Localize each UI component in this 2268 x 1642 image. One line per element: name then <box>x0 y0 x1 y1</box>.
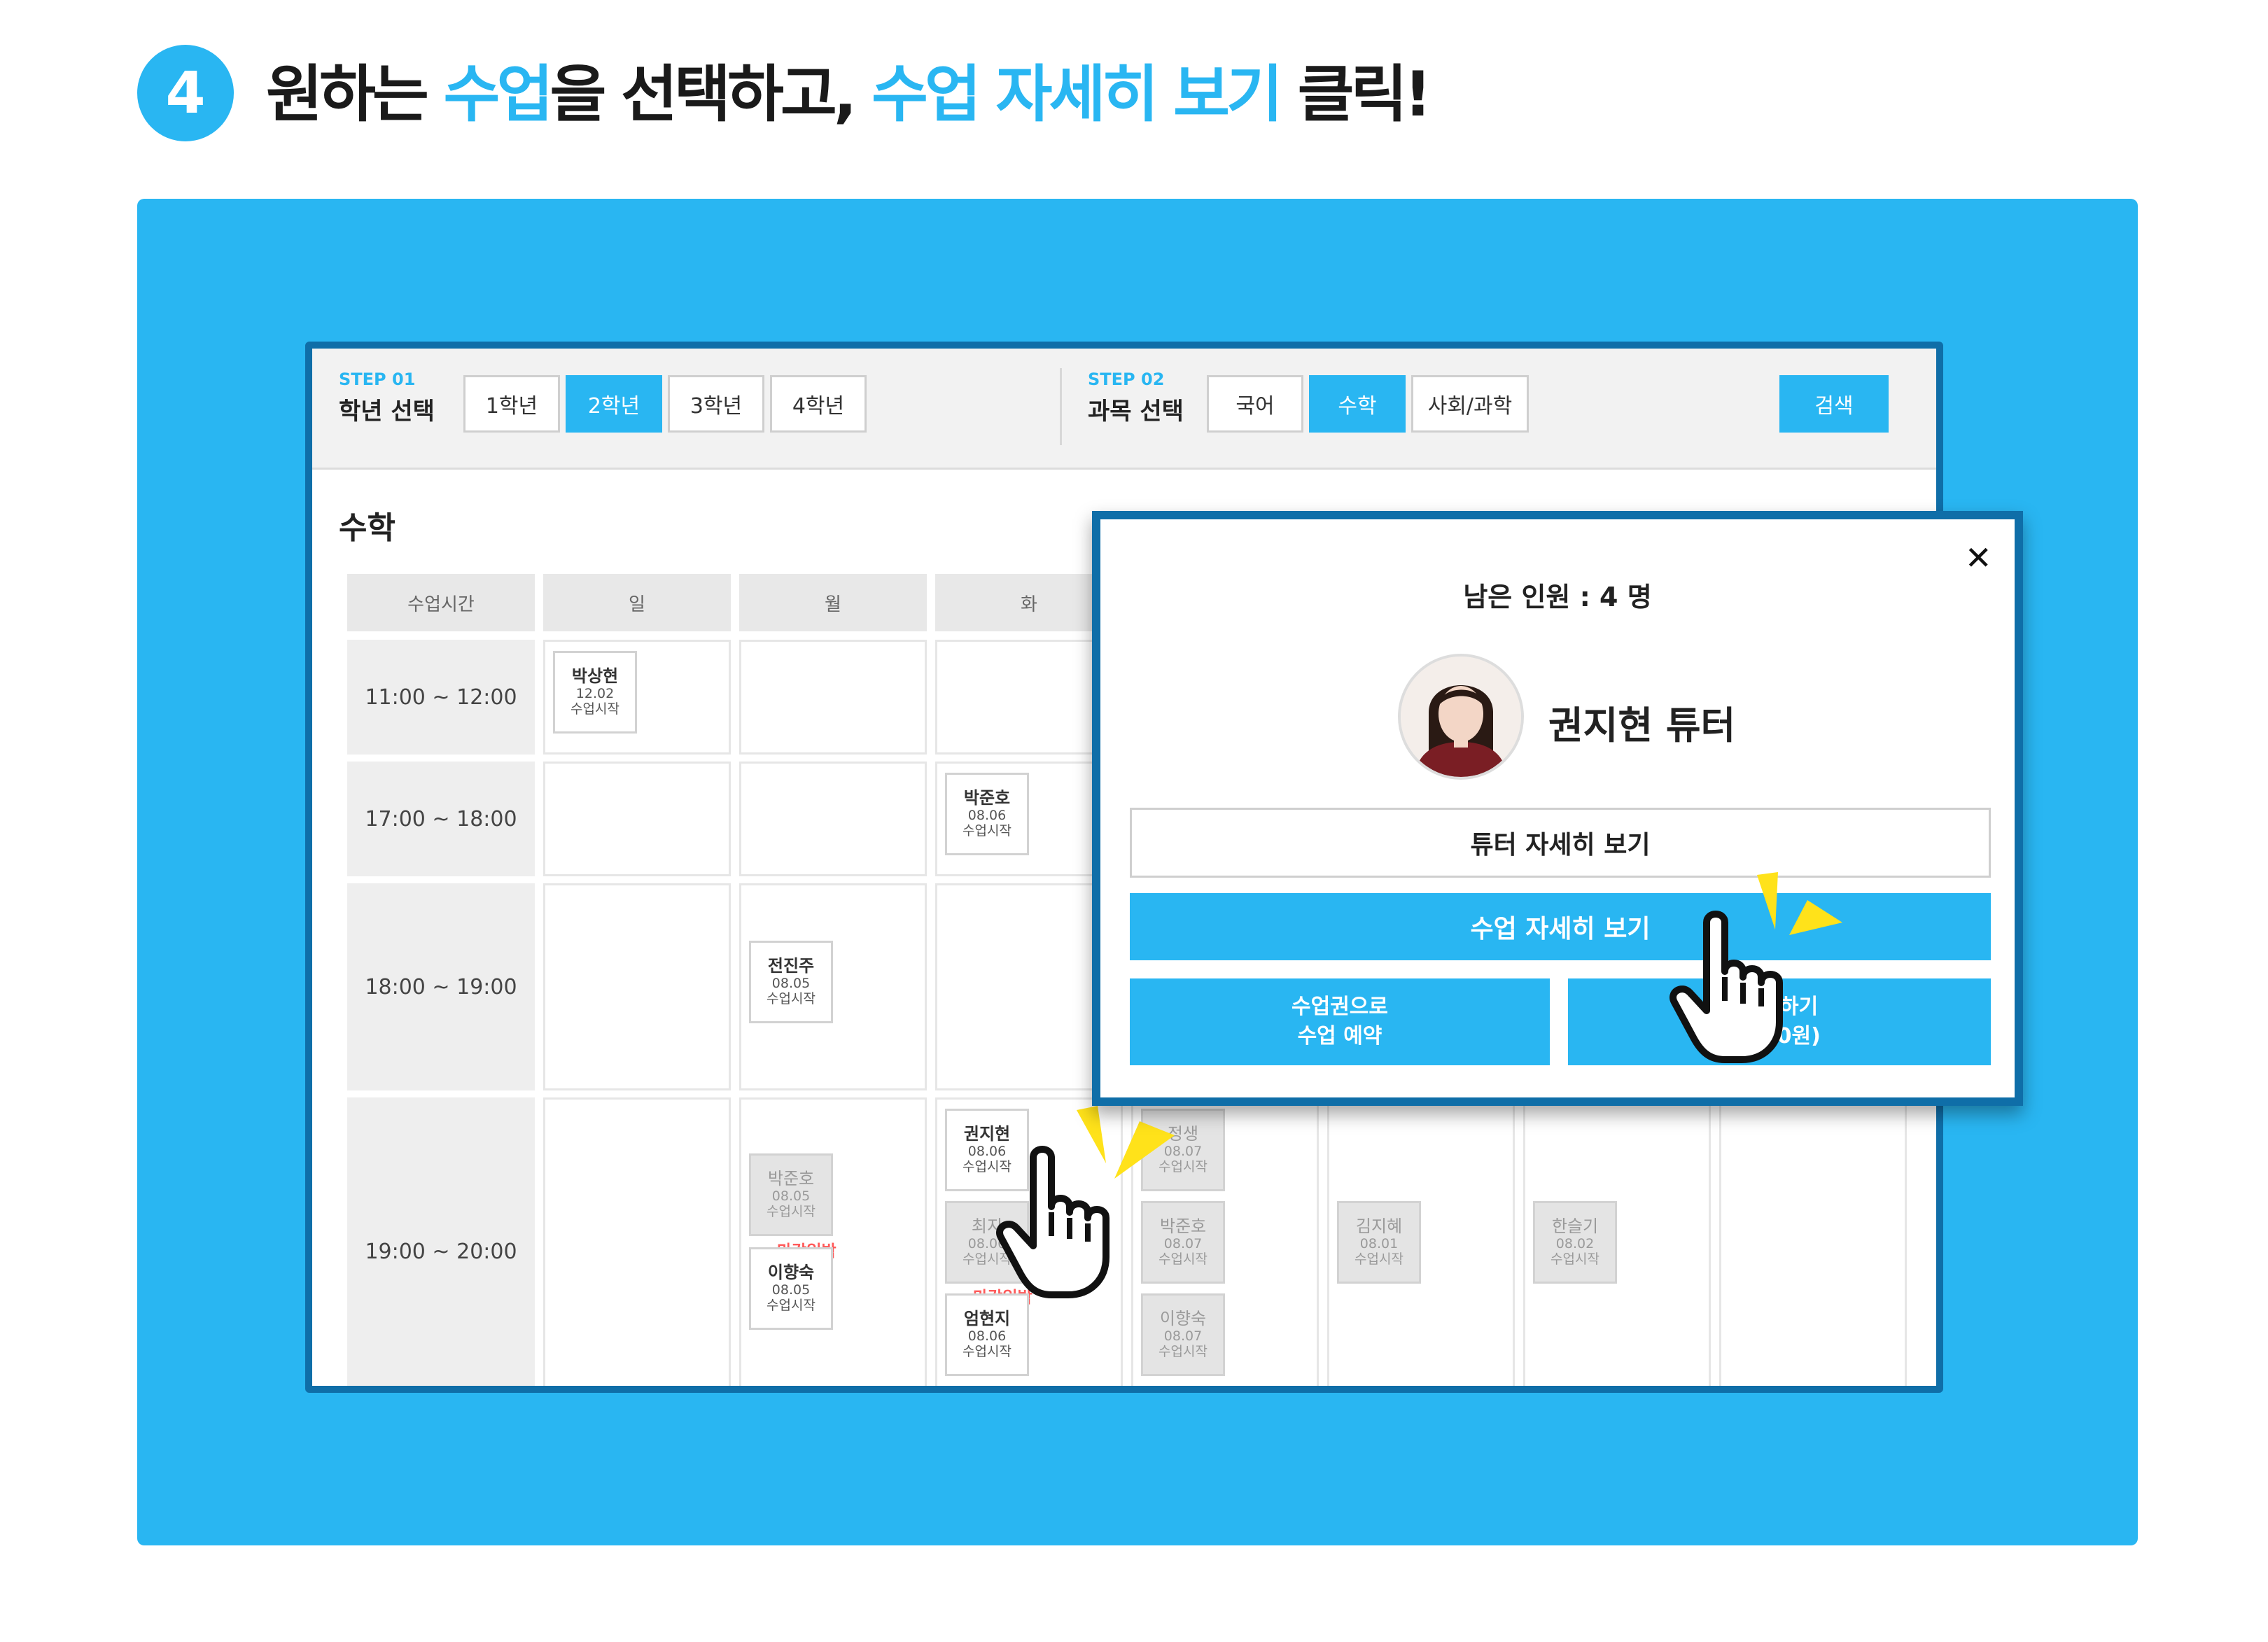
heading-text-1: 원하는 <box>266 58 444 130</box>
tutor-name: 전진주 <box>767 956 815 976</box>
step2-label: STEP 02 <box>1088 370 1165 389</box>
grade-button-2[interactable]: 2학년 <box>566 375 662 433</box>
tutor-name: 박준호 <box>767 1169 815 1189</box>
tutor-photo <box>1401 657 1521 777</box>
ticket-reserve-line2: 수업 예약 <box>1297 1024 1382 1048</box>
class-card[interactable]: 엄현지 08.06 수업시작 <box>945 1293 1029 1376</box>
heading-text-2: 을 선택하고, <box>550 58 872 130</box>
class-card[interactable]: 박상현 12.02 수업시작 <box>553 651 637 734</box>
filter-bar: STEP 01 학년 선택 1학년 2학년 3학년 4학년 STEP 02 과목… <box>312 349 1936 470</box>
tutor-name: 권지현 <box>963 1124 1011 1144</box>
schedule-cell <box>543 883 731 1090</box>
class-status: 수업시작 <box>1158 1251 1208 1267</box>
class-card-closed[interactable]: 김지혜 08.01 수업시작 <box>1337 1201 1421 1284</box>
subject-title: 수학 <box>339 510 396 546</box>
class-status: 수업시작 <box>1354 1251 1404 1267</box>
header-monday: 월 <box>739 574 927 631</box>
class-date: 08.05 <box>771 975 811 991</box>
class-date: 08.05 <box>771 1188 811 1204</box>
tutor-name: 엄현지 <box>963 1309 1011 1329</box>
tutor-name: 한슬기 <box>1551 1216 1599 1237</box>
class-card[interactable]: 박준호 08.06 수업시작 <box>945 773 1029 855</box>
tutor-name: 이향숙 <box>1159 1309 1207 1329</box>
class-status: 수업시작 <box>766 1203 816 1219</box>
ticket-reserve-button[interactable]: 수업권으로 수업 예약 <box>1130 978 1550 1065</box>
schedule-cell <box>1719 1097 1907 1386</box>
heading-highlight-1: 수업 <box>443 58 554 130</box>
class-status: 수업시작 <box>962 1343 1011 1359</box>
class-date: 08.07 <box>1163 1235 1203 1251</box>
hand-pointer-icon <box>1670 911 1783 1063</box>
subject-button-social-science[interactable]: 사회/과학 <box>1411 375 1529 433</box>
hand-pointer-icon <box>996 1146 1110 1298</box>
class-card[interactable]: 이향숙 08.05 수업시작 <box>749 1247 833 1330</box>
tutor-popup: ✕ 남은 인원 : 4 명 권지현 튜터 튜터 자세히 보기 수업 자세히 보기… <box>1092 511 2023 1106</box>
instruction-heading: 원하는 수업을 선택하고, 수업 자세히 보기 클릭! <box>266 49 1432 140</box>
heading-highlight-2: 수업 자세히 보기 <box>871 58 1283 130</box>
class-status: 수업시작 <box>766 990 816 1006</box>
remaining-seats: 남은 인원 : 4 명 <box>1463 582 1652 612</box>
step1-label: STEP 01 <box>339 370 416 389</box>
header-class-time: 수업시간 <box>347 574 535 631</box>
class-status: 수업시작 <box>962 822 1011 838</box>
time-slot: 11:00 ~ 12:00 <box>347 640 535 755</box>
class-date: 08.06 <box>967 1328 1007 1344</box>
class-status: 수업시작 <box>1550 1251 1600 1267</box>
header-sunday: 일 <box>543 574 731 631</box>
search-button[interactable]: 검색 <box>1779 375 1889 433</box>
step-number: 4 <box>165 59 206 127</box>
class-date: 12.02 <box>575 685 615 701</box>
step1-title: 학년 선택 <box>339 398 435 426</box>
grade-button-1[interactable]: 1학년 <box>463 375 560 433</box>
time-slot: 19:00 ~ 20:00 <box>347 1097 535 1386</box>
grade-button-3[interactable]: 3학년 <box>668 375 764 433</box>
step2-title: 과목 선택 <box>1088 398 1184 426</box>
ticket-reserve-line1: 수업권으로 <box>1292 995 1388 1019</box>
schedule-cell <box>739 762 927 876</box>
class-detail-button[interactable]: 수업 자세히 보기 <box>1130 893 1991 960</box>
subject-button-korean[interactable]: 국어 <box>1207 375 1303 433</box>
grade-button-4[interactable]: 4학년 <box>770 375 867 433</box>
class-date: 08.05 <box>771 1282 811 1298</box>
tutor-name: 박준호 <box>1159 1216 1207 1237</box>
class-status: 수업시작 <box>570 701 620 717</box>
tutor-name: 이향숙 <box>767 1263 815 1283</box>
class-date: 08.02 <box>1555 1235 1595 1251</box>
class-date: 08.07 <box>1163 1328 1203 1344</box>
popup-tutor-name: 권지현 튜터 <box>1548 703 1736 748</box>
class-date: 08.01 <box>1359 1235 1399 1251</box>
schedule-cell <box>739 640 927 755</box>
step-number-badge: 4 <box>137 45 234 141</box>
filter-divider <box>1060 368 1062 445</box>
class-status: 수업시작 <box>766 1297 816 1313</box>
close-icon[interactable]: ✕ <box>1965 539 1992 577</box>
tutor-name: 박준호 <box>963 788 1011 808</box>
heading-text-3: 클릭! <box>1279 58 1432 130</box>
class-card-closed[interactable]: 한슬기 08.02 수업시작 <box>1533 1201 1617 1284</box>
schedule-cell <box>543 1097 731 1386</box>
schedule-cell <box>543 762 731 876</box>
subject-button-math[interactable]: 수학 <box>1309 375 1406 433</box>
tutor-name: 박상현 <box>571 666 619 687</box>
tutor-avatar <box>1398 654 1524 780</box>
class-card[interactable]: 전진주 08.05 수업시작 <box>749 941 833 1023</box>
class-card-closed[interactable]: 박준호 08.05 수업시작 <box>749 1153 833 1236</box>
time-slot: 18:00 ~ 19:00 <box>347 883 535 1090</box>
time-slot: 17:00 ~ 18:00 <box>347 762 535 876</box>
class-card-closed[interactable]: 이향숙 08.07 수업시작 <box>1141 1293 1225 1376</box>
class-date: 08.06 <box>967 807 1007 823</box>
class-card-closed[interactable]: 박준호 08.07 수업시작 <box>1141 1201 1225 1284</box>
tutor-name: 김지혜 <box>1355 1216 1403 1237</box>
class-status: 수업시작 <box>1158 1343 1208 1359</box>
tutor-detail-button[interactable]: 튜터 자세히 보기 <box>1130 808 1991 878</box>
